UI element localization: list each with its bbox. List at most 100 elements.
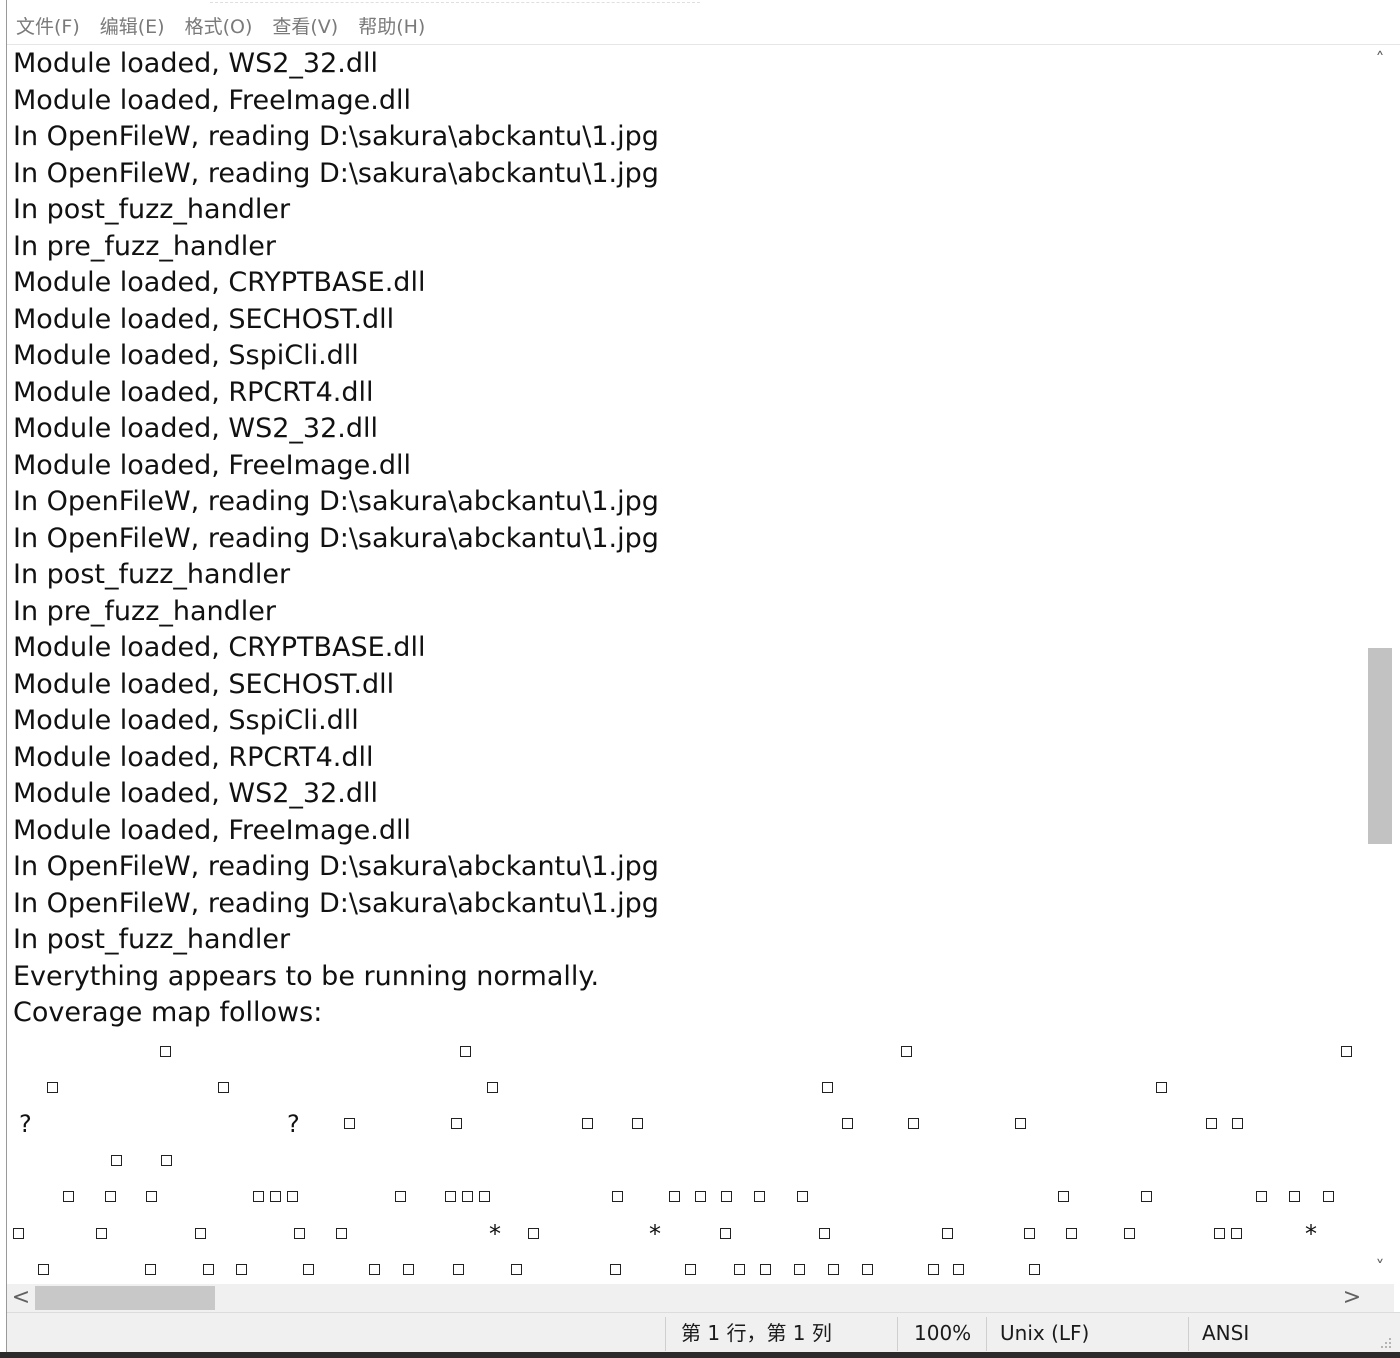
coverage-block <box>734 1264 745 1275</box>
coverage-block <box>1323 1191 1334 1202</box>
coverage-block <box>1256 1191 1267 1202</box>
text-line: Module loaded, CRYPTBASE.dll <box>13 267 426 298</box>
text-line: In pre_fuzz_handler <box>13 595 276 627</box>
resize-grip-icon[interactable] <box>1378 1335 1392 1349</box>
coverage-row <box>7 1034 1366 1070</box>
coverage-block <box>403 1264 414 1275</box>
coverage-block <box>111 1155 122 1166</box>
coverage-block <box>908 1118 919 1129</box>
text-line: Module loaded, SECHOST.dll <box>13 303 395 335</box>
coverage-block <box>294 1228 305 1239</box>
coverage-block <box>901 1046 912 1057</box>
text-line: Module loaded, FreeImage.dll <box>13 84 411 116</box>
text-line: Module loaded, SspiCli.dll <box>13 340 359 371</box>
coverage-block <box>1156 1082 1167 1093</box>
coverage-block <box>1289 1191 1300 1202</box>
vertical-scroll-thumb[interactable] <box>1368 648 1392 844</box>
coverage-block <box>13 1228 24 1239</box>
text-line: Module loaded, WS2_32.dll <box>13 48 378 79</box>
coverage-block <box>1232 1118 1243 1129</box>
coverage-glyph: ? <box>19 1110 32 1138</box>
coverage-block <box>760 1264 771 1275</box>
status-bar: 第 1 行，第 1 列 100% Unix (LF) ANSI <box>7 1312 1400 1353</box>
coverage-block <box>146 1191 157 1202</box>
text-line: In OpenFileW, reading D:\sakura\abckantu… <box>13 121 659 152</box>
coverage-block <box>487 1082 498 1093</box>
menu-file[interactable]: 文件(F) <box>7 10 90 44</box>
coverage-block <box>1231 1228 1242 1239</box>
zoom-level: 100% <box>914 1321 972 1345</box>
text-line: Module loaded, SspiCli.dll <box>13 705 359 736</box>
coverage-block <box>612 1191 623 1202</box>
coverage-block <box>195 1228 206 1239</box>
coverage-block <box>145 1264 156 1275</box>
coverage-block <box>105 1191 116 1202</box>
coverage-block <box>253 1191 264 1202</box>
coverage-block <box>453 1264 464 1275</box>
text-editor-area[interactable]: Module loaded, WS2_32.dll Module loaded,… <box>7 46 1366 1284</box>
coverage-block <box>460 1046 471 1057</box>
text-line: In post_fuzz_handler <box>13 559 291 590</box>
text-line: In OpenFileW, reading D:\sakura\abckantu… <box>13 157 659 189</box>
menu-divider <box>7 44 1400 45</box>
coverage-glyph: * <box>1305 1220 1317 1248</box>
coverage-block <box>1058 1191 1069 1202</box>
scroll-up-icon[interactable]: ˄ <box>1366 46 1394 74</box>
coverage-block <box>582 1118 593 1129</box>
vertical-scrollbar[interactable]: ˄ ˅ <box>1366 46 1394 1284</box>
coverage-block <box>632 1118 643 1129</box>
coverage-block <box>203 1264 214 1275</box>
coverage-block <box>344 1118 355 1129</box>
coverage-block <box>287 1191 298 1202</box>
coverage-row: * * * <box>7 1216 1366 1252</box>
coverage-block <box>610 1264 621 1275</box>
coverage-block <box>1214 1228 1225 1239</box>
coverage-block <box>721 1191 732 1202</box>
coverage-block <box>1206 1118 1217 1129</box>
coverage-block <box>669 1191 680 1202</box>
coverage-block <box>1141 1191 1152 1202</box>
menu-edit[interactable]: 编辑(E) <box>90 10 175 44</box>
text-line: In OpenFileW, reading D:\sakura\abckantu… <box>13 522 659 554</box>
coverage-block <box>218 1082 229 1093</box>
menu-bar: 文件(F) 编辑(E) 格式(O) 查看(V) 帮助(H) <box>7 10 435 44</box>
coverage-block <box>819 1228 830 1239</box>
text-line: Module loaded, RPCRT4.dll <box>13 741 374 773</box>
menu-help[interactable]: 帮助(H) <box>348 10 435 44</box>
horizontal-scrollbar[interactable]: < > <box>7 1284 1366 1312</box>
coverage-glyph: * <box>489 1220 501 1248</box>
cursor-position: 第 1 行，第 1 列 <box>681 1321 832 1345</box>
scroll-right-icon[interactable]: > <box>1338 1284 1366 1312</box>
text-line: In OpenFileW, reading D:\sakura\abckantu… <box>13 851 659 882</box>
coverage-block <box>928 1264 939 1275</box>
coverage-row <box>7 1252 1366 1284</box>
line-ending: Unix (LF) <box>1000 1321 1090 1345</box>
coverage-row <box>7 1070 1366 1106</box>
coverage-block <box>797 1191 808 1202</box>
coverage-block <box>160 1046 171 1057</box>
scrollbar-corner <box>1366 1284 1394 1312</box>
coverage-block <box>369 1264 380 1275</box>
text-line: Module loaded, WS2_32.dll <box>13 413 378 444</box>
coverage-block <box>303 1264 314 1275</box>
text-line: Module loaded, FreeImage.dll <box>13 449 411 481</box>
coverage-block <box>38 1264 49 1275</box>
scroll-left-icon[interactable]: < <box>7 1284 35 1312</box>
scroll-down-icon[interactable]: ˅ <box>1366 1254 1394 1282</box>
coverage-block <box>445 1191 456 1202</box>
coverage-block <box>953 1264 964 1275</box>
coverage-block <box>47 1082 58 1093</box>
text-line: Module loaded, SECHOST.dll <box>13 668 395 700</box>
menu-view[interactable]: 查看(V) <box>262 10 348 44</box>
coverage-block <box>451 1118 462 1129</box>
coverage-block <box>1066 1228 1077 1239</box>
encoding: ANSI <box>1202 1321 1250 1345</box>
text-line: Module loaded, RPCRT4.dll <box>13 376 374 408</box>
menu-format[interactable]: 格式(O) <box>175 10 263 44</box>
horizontal-scroll-thumb[interactable] <box>35 1286 215 1310</box>
text-line: Coverage map follows: <box>13 997 323 1028</box>
text-line: Module loaded, FreeImage.dll <box>13 814 411 846</box>
text-line: In OpenFileW, reading D:\sakura\abckantu… <box>13 486 659 517</box>
coverage-block <box>63 1191 74 1202</box>
coverage-block <box>462 1191 473 1202</box>
